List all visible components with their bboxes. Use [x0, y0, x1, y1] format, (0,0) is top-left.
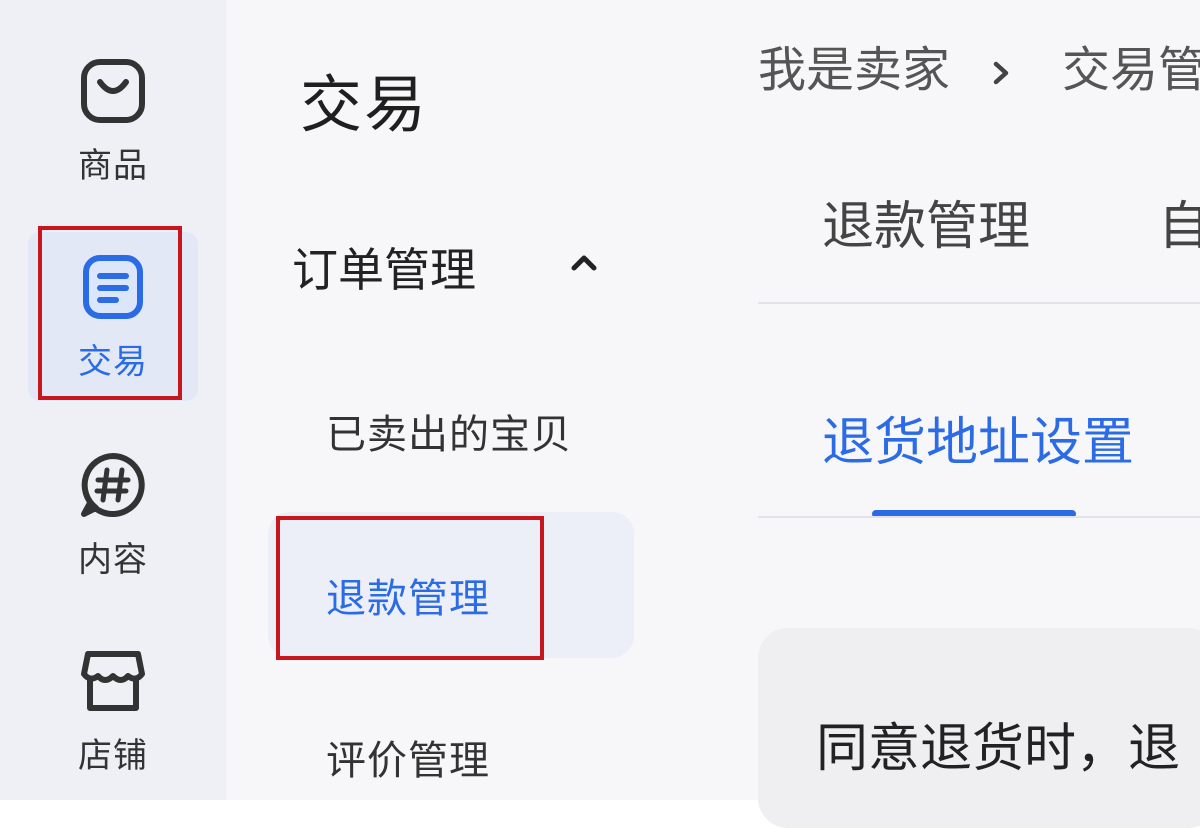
tab-refund-management[interactable]: 退款管理 — [822, 184, 1030, 259]
rail-item-label: 店铺 — [78, 736, 148, 776]
menu-item-refund-management[interactable]: 退款管理 — [326, 566, 490, 624]
rail-item-products[interactable]: 商品 — [28, 56, 198, 187]
storefront-icon — [81, 651, 145, 711]
rail-item-store[interactable]: 店铺 — [28, 646, 198, 777]
menu-item-review-management[interactable]: 评价管理 — [326, 728, 490, 786]
rail-item-content[interactable]: 内容 — [28, 450, 198, 581]
rail-item-trade[interactable]: 交易 — [28, 232, 198, 401]
shopping-bag-icon — [81, 59, 145, 123]
rail-item-label: 交易 — [78, 342, 148, 382]
rail-item-label: 商品 — [78, 146, 148, 186]
breadcrumb: 我是卖家 交易管 — [758, 30, 1200, 100]
breadcrumb-root[interactable]: 我是卖家 — [758, 42, 950, 98]
menu-title: 交易 — [300, 68, 429, 141]
document-list-icon — [83, 255, 143, 319]
info-card-text: 同意退货时，退 — [816, 719, 1181, 779]
nav-rail: 商品 交易 内容 店铺 — [0, 0, 226, 800]
menu-item-sold-items[interactable]: 已卖出的宝贝 — [326, 402, 572, 460]
secondary-menu: 交易 订单管理 已卖出的宝贝 退款管理 评价管理 — [226, 0, 672, 800]
subtab-return-address-settings[interactable]: 退货地址设置 — [822, 400, 1134, 475]
chevron-right-icon — [993, 61, 1009, 85]
tab-second[interactable]: 自 — [1158, 184, 1200, 259]
subtabs-divider — [758, 516, 1200, 518]
menu-group-orders[interactable]: 订单管理 — [292, 234, 612, 298]
tabs-divider — [758, 302, 1200, 304]
chevron-up-icon — [571, 255, 597, 271]
breadcrumb-current: 交易管 — [1062, 42, 1200, 98]
rail-item-label: 内容 — [78, 540, 148, 580]
hashtag-chat-icon — [81, 453, 145, 517]
menu-group-label: 订单管理 — [292, 243, 476, 297]
main-content: 我是卖家 交易管 退款管理 自 退货地址设置 — [672, 0, 1200, 828]
